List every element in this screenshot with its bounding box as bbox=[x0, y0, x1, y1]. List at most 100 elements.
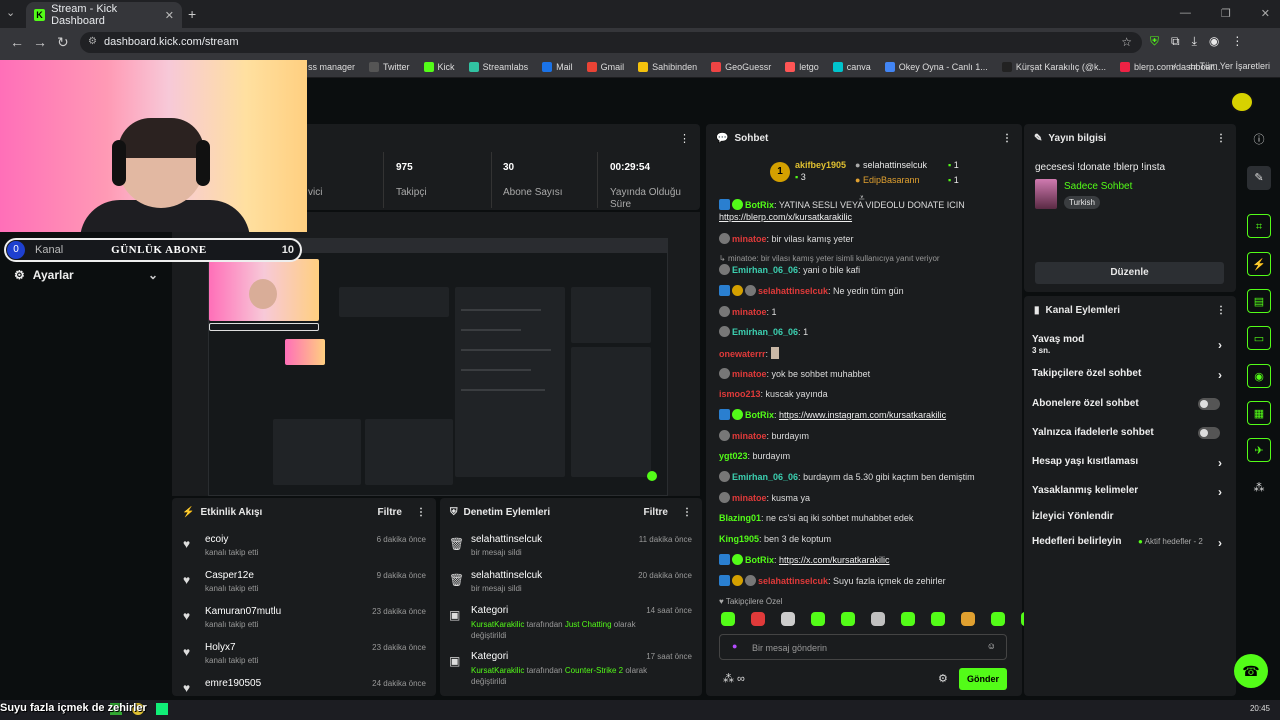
document-icon[interactable]: ▤ bbox=[1247, 289, 1271, 313]
chat-username[interactable]: onewaterrr bbox=[719, 349, 766, 359]
chat-username[interactable]: selahattinselcuk bbox=[758, 576, 828, 586]
chat-username[interactable]: Emirhan_06_06 bbox=[732, 472, 798, 482]
stream-info-menu-icon[interactable]: ⋮ bbox=[1216, 133, 1226, 144]
site-info-icon[interactable]: ⚙ bbox=[88, 36, 97, 47]
goals-row[interactable]: Hedefleri belirleyin ● Aktif hedefler - … bbox=[1032, 536, 1228, 550]
tab-search-icon[interactable]: ⌄ bbox=[6, 6, 15, 19]
emote-button[interactable] bbox=[901, 612, 915, 626]
chat-message[interactable]: selahattinselcuk: Ne yedin tüm gün bbox=[719, 285, 1019, 297]
chat-username[interactable]: minatoe bbox=[732, 369, 767, 379]
activity-item[interactable]: ♥ emre190505 24 dakika önce bbox=[183, 678, 426, 695]
stats-menu-icon[interactable]: ⋮ bbox=[679, 132, 690, 145]
chat-message[interactable]: minatoe: bir vilası kamış yeter bbox=[719, 233, 1019, 245]
bookmark-item[interactable]: Sahibinden bbox=[638, 61, 697, 72]
bookmark-item[interactable]: Twitter bbox=[369, 61, 410, 72]
chat-username[interactable]: BotRix bbox=[745, 555, 774, 565]
bookmark-item[interactable]: Streamlabs bbox=[468, 61, 528, 72]
infinity-icon[interactable]: ⁂ ∞ bbox=[723, 672, 745, 685]
subs-chat-toggle[interactable] bbox=[1198, 398, 1220, 410]
stream-preview[interactable] bbox=[208, 238, 668, 496]
chat-settings-icon[interactable]: ⚙ bbox=[938, 672, 948, 685]
emote-button[interactable] bbox=[811, 612, 825, 626]
emote-button[interactable] bbox=[781, 612, 795, 626]
slow-mode-row[interactable]: Yavaş mod 3 sn. › bbox=[1032, 334, 1228, 356]
audit-item[interactable]: 🗑 selahattinselcuk bir mesajı sildi 20 d… bbox=[449, 570, 692, 593]
chat-username[interactable]: ygt023 bbox=[719, 451, 748, 461]
emote-button[interactable] bbox=[841, 612, 855, 626]
chat-icon[interactable]: ▭ bbox=[1247, 326, 1271, 350]
puzzle-icon[interactable]: ⧉ bbox=[1171, 34, 1180, 49]
url-input[interactable]: ⚙ dashboard.kick.com/stream ☆ bbox=[80, 32, 1142, 53]
close-tab-icon[interactable]: ✕ bbox=[165, 9, 174, 22]
lightning-icon[interactable]: ⚡ bbox=[1247, 252, 1271, 276]
shield-icon[interactable]: ⛨ bbox=[1150, 34, 1159, 49]
message-link[interactable]: https://blerp.com/x/kursatkarakilic bbox=[719, 212, 852, 222]
audit-item[interactable]: ▣ Kategori KursatKarakilic tarafından Ju… bbox=[449, 605, 692, 641]
bookmark-item[interactable]: letgo bbox=[785, 61, 819, 72]
send-button[interactable]: Gönder bbox=[959, 668, 1007, 690]
info-icon[interactable]: ⓘ bbox=[1247, 128, 1271, 152]
new-tab-icon[interactable]: + bbox=[188, 6, 196, 22]
stream-category[interactable]: Sadece Sohbet bbox=[1064, 181, 1132, 192]
chat-username[interactable]: BotRix bbox=[745, 410, 774, 420]
audit-menu-icon[interactable]: ⋮ bbox=[682, 507, 692, 518]
emote-button[interactable] bbox=[871, 612, 885, 626]
maximize-icon[interactable]: ❐ bbox=[1221, 7, 1231, 20]
chat-message[interactable]: selahattinselcuk: Suyu fazla içmek de ze… bbox=[719, 575, 1019, 587]
chat-username[interactable]: minatoe bbox=[732, 493, 767, 503]
minimize-icon[interactable]: — bbox=[1180, 7, 1191, 20]
bookmark-item[interactable]: Mail bbox=[542, 61, 573, 72]
followers-chat-row[interactable]: Takipçilere özel sohbet › bbox=[1032, 368, 1228, 382]
chat-username[interactable]: Emirhan_06_06 bbox=[732, 265, 798, 275]
emote-chat-toggle[interactable] bbox=[1198, 427, 1220, 439]
emote-button[interactable] bbox=[991, 612, 1005, 626]
bookmark-item[interactable]: Gmail bbox=[586, 61, 624, 72]
account-age-row[interactable]: Hesap yaşı kısıtlaması › bbox=[1032, 456, 1228, 470]
edit-button[interactable]: Düzenle bbox=[1035, 262, 1224, 284]
audit-item[interactable]: 🗑 selahattinselcuk bir mesajı sildi 11 d… bbox=[449, 534, 692, 557]
chat-message[interactable]: Emirhan_06_06: 1 bbox=[719, 326, 1019, 338]
audit-item[interactable]: ▣ Kategori KursatKarakilic tarafından Co… bbox=[449, 651, 692, 687]
activity-item[interactable]: ♥ Casper12e kanalı takip etti 9 dakika ö… bbox=[183, 570, 426, 593]
chat-message[interactable]: King1905: ben 3 de koptum bbox=[719, 533, 1019, 545]
bookmark-item[interactable]: Okey Oyna - Canlı 1... bbox=[884, 61, 988, 72]
bookmark-item[interactable]: Kürşat Karakılıç (@k... bbox=[1001, 61, 1106, 72]
channel-actions-menu-icon[interactable]: ⋮ bbox=[1216, 305, 1226, 316]
leader-3-name[interactable]: EdipBasarann bbox=[863, 175, 920, 185]
emote-button[interactable] bbox=[961, 612, 975, 626]
bookmark-item[interactable]: Kick bbox=[423, 61, 455, 72]
message-link[interactable]: https://www.instagram.com/kursatkarakili… bbox=[779, 410, 946, 420]
wrench-icon[interactable]: ✈ bbox=[1247, 438, 1271, 462]
activity-item[interactable]: ♥ ecoiy kanalı takip etti 6 dakika önce bbox=[183, 534, 426, 557]
chat-username[interactable]: Emirhan_06_06 bbox=[732, 327, 798, 337]
activity-filter-button[interactable]: Filtre bbox=[378, 507, 402, 518]
banned-words-row[interactable]: Yasaklanmış kelimeler › bbox=[1032, 485, 1228, 499]
chat-message[interactable]: onewaterrr: bbox=[719, 347, 1019, 360]
edit-icon[interactable]: ✎ bbox=[1247, 166, 1271, 190]
activity-item[interactable]: ♥ Kamuran07mutlu kanalı takip etti 23 da… bbox=[183, 606, 426, 629]
apps-icon[interactable]: ⁂ bbox=[1247, 476, 1271, 500]
chat-message[interactable]: minatoe: kusma ya bbox=[719, 492, 1019, 504]
bookmark-item[interactable]: ss manager bbox=[308, 62, 355, 72]
mic-icon[interactable]: ● bbox=[732, 641, 737, 651]
chat-message[interactable]: ygt023: burdayım bbox=[719, 450, 1019, 462]
more-bookmarks[interactable]: » bbox=[1171, 61, 1176, 71]
avatar-icon[interactable]: ◉ bbox=[1209, 34, 1219, 49]
emote-button[interactable] bbox=[721, 612, 735, 626]
close-window-icon[interactable]: ✕ bbox=[1261, 7, 1270, 20]
forward-icon[interactable]: → bbox=[33, 34, 47, 50]
bookmark-item[interactable]: GeoGuessr bbox=[711, 61, 771, 72]
sidebar-item-settings[interactable]: ⚙ Ayarlar ⌄ bbox=[14, 268, 158, 282]
chat-message[interactable]: minatoe: burdayım bbox=[719, 430, 1019, 442]
bookmark-star-icon[interactable]: ☆ bbox=[1121, 35, 1132, 49]
chat-message[interactable]: BotRix: https://x.com/kursatkarakilic bbox=[719, 554, 1019, 566]
chat-username[interactable]: selahattinselcuk bbox=[758, 286, 828, 296]
activity-menu-icon[interactable]: ⋮ bbox=[416, 507, 426, 518]
menu-icon[interactable]: ⋮ bbox=[1231, 34, 1243, 49]
chat-username[interactable]: minatoe bbox=[732, 234, 767, 244]
chat-username[interactable]: King1905 bbox=[719, 534, 759, 544]
chat-message[interactable]: BotRix: YATINA SESLI VEYA VIDEOLU DONATE… bbox=[719, 199, 1019, 223]
chat-message[interactable]: minatoe: 1 bbox=[719, 306, 1019, 318]
taskbar-app2-icon[interactable] bbox=[156, 703, 168, 715]
leader-2-name[interactable]: selahattinselcuk bbox=[863, 160, 927, 170]
